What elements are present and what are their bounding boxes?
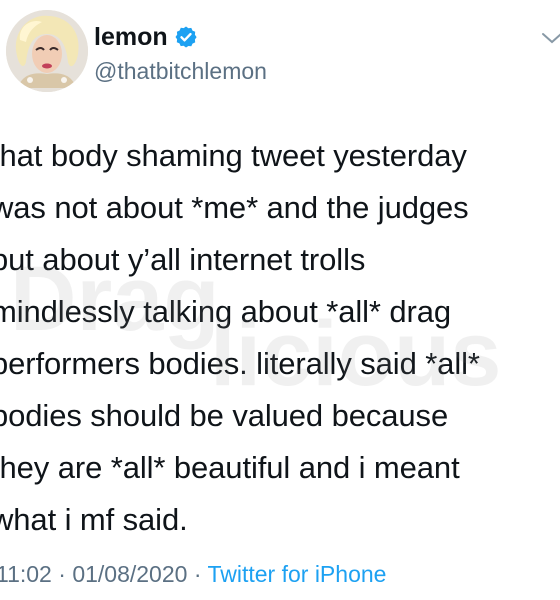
tweet-line: was not about *me* and the judges <box>0 190 469 225</box>
tweet-header: lemon @thatbitchlemon <box>0 0 560 100</box>
tweet-line: bodies should be valued because <box>0 398 449 433</box>
profile-photo-icon <box>6 10 88 92</box>
tweet-time[interactable]: 11:02 <box>0 561 52 587</box>
meta-separator: · <box>187 561 208 587</box>
tweet-line: mindlessly talking about *all* drag <box>0 294 452 329</box>
tweet-date[interactable]: 01/08/2020 <box>72 561 187 587</box>
user-handle[interactable]: @thatbitchlemon <box>94 57 267 85</box>
tweet-source-link[interactable]: Twitter for iPhone <box>207 561 386 587</box>
tweet-line: they are *all* beautiful and i meant <box>0 450 460 485</box>
chevron-down-icon[interactable] <box>540 26 560 50</box>
meta-separator: · <box>51 561 73 587</box>
tweet-text: that body shaming tweet yesterday was no… <box>0 130 560 560</box>
tweet-line: but about y’all internet trolls <box>0 242 366 277</box>
name-row: lemon <box>94 22 198 52</box>
tweet-line: what i mf said. <box>0 502 188 537</box>
tweet-meta: 11:02 · 01/08/2020 · Twitter for iPhone <box>0 558 386 590</box>
avatar[interactable] <box>6 10 88 92</box>
verified-badge-icon <box>175 26 197 48</box>
tweet-line: performers bodies. literally said *all* <box>0 346 480 381</box>
tweet-line: that body shaming tweet yesterday <box>0 138 467 173</box>
display-name[interactable]: lemon <box>94 22 168 52</box>
